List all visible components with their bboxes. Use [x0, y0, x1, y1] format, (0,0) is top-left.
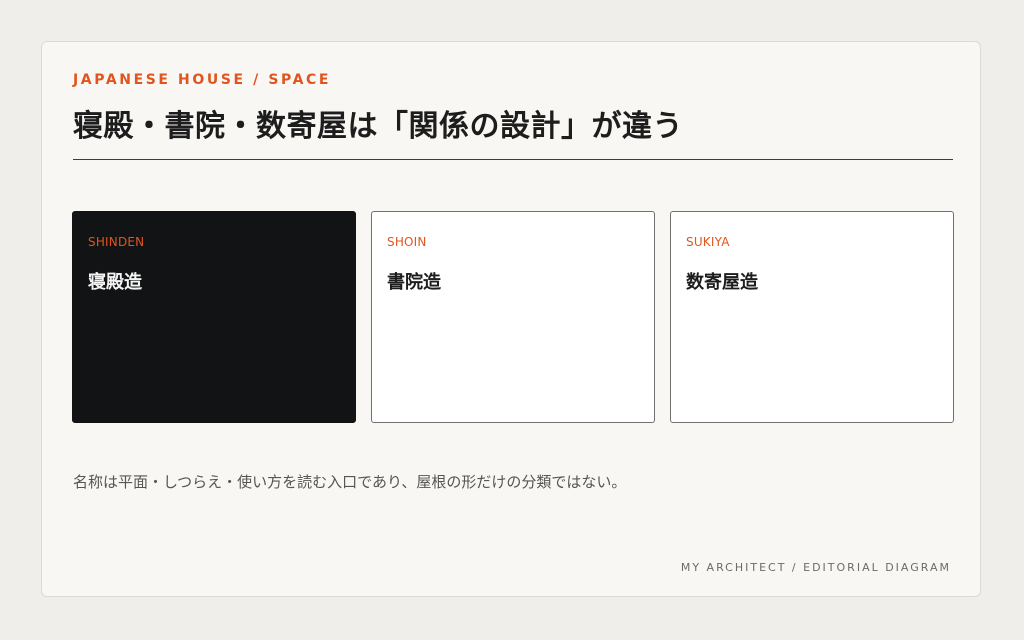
- tile-sukiya: SUKIYA 数寄屋造: [670, 211, 954, 423]
- tile-code: SHINDEN: [88, 235, 145, 249]
- diagram-card: JAPANESE HOUSE / SPACE 寝殿・書院・数寄屋は「関係の設計」…: [41, 41, 981, 597]
- caption-note: 名称は平面・しつらえ・使い方を読む入口であり、屋根の形だけの分類ではない。: [73, 473, 627, 491]
- tile-name: 寝殿造: [88, 272, 142, 293]
- eyebrow-label: JAPANESE HOUSE / SPACE: [73, 72, 332, 88]
- tile-shoin: SHOIN 書院造: [371, 211, 655, 423]
- tile-name: 書院造: [387, 272, 441, 293]
- footer-credit: MY ARCHITECT / EDITORIAL DIAGRAM: [680, 561, 951, 574]
- page-title: 寝殿・書院・数寄屋は「関係の設計」が違う: [73, 109, 683, 144]
- title-divider: [73, 159, 953, 160]
- tile-name: 数寄屋造: [686, 272, 758, 293]
- tile-code: SUKIYA: [686, 235, 730, 249]
- tile-code: SHOIN: [387, 235, 427, 249]
- tile-shinden: SHINDEN 寝殿造: [72, 211, 356, 423]
- style-tiles: SHINDEN 寝殿造 SHOIN 書院造 SUKIYA 数寄屋造: [72, 211, 954, 423]
